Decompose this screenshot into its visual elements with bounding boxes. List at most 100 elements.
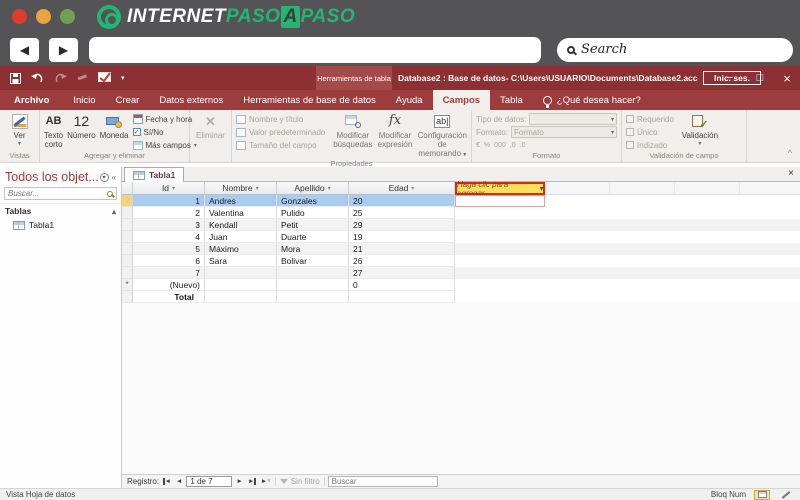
back-button[interactable]: ◀ [10, 37, 39, 62]
row-selector[interactable] [122, 291, 133, 303]
cell-id[interactable]: 6 [133, 255, 205, 267]
collapse-ribbon-icon[interactable]: ^ [788, 148, 792, 158]
cell-id[interactable]: 2 [133, 207, 205, 219]
numero-button[interactable]: 12 Número [67, 113, 95, 140]
minimize-window-button[interactable] [36, 9, 51, 24]
nombre-titulo-button[interactable]: Nombre y título [236, 113, 329, 125]
new-record-selector[interactable]: * [122, 279, 133, 291]
modificar-busquedas-button[interactable]: Modificar búsquedas [333, 113, 372, 149]
valor-predeterminado-button[interactable]: Valor predeterminado [236, 126, 329, 138]
cell-edad[interactable] [349, 291, 455, 303]
select-all-cell[interactable] [122, 182, 133, 195]
nav-search-input[interactable] [8, 189, 107, 198]
tipo-datos-dropdown[interactable]: ▾ [529, 113, 617, 125]
table-row-total[interactable]: Total [122, 291, 800, 303]
cell-apellido[interactable]: Mora [277, 243, 349, 255]
thousands-format-icon[interactable]: 000 [494, 142, 506, 149]
row-selector[interactable] [122, 207, 133, 219]
last-record-button[interactable]: ► [247, 478, 257, 485]
cell-edad[interactable]: 27 [349, 267, 455, 279]
new-record-button[interactable]: ► * [260, 477, 272, 486]
cell-apellido[interactable]: Gonzales [277, 195, 349, 207]
design-view-button[interactable] [778, 490, 794, 500]
save-icon[interactable] [10, 72, 21, 84]
nav-pane-search[interactable] [4, 187, 117, 200]
column-header-apellido[interactable]: Apellido ▾ [277, 182, 349, 195]
tamano-campo-row[interactable]: Tamaño del campo Tamaño del campo [236, 139, 329, 151]
cell-edad[interactable]: 20 [349, 195, 455, 207]
tell-me-box[interactable]: ¿Qué desea hacer? [533, 90, 651, 110]
decrease-decimals-icon[interactable]: .0 [520, 142, 526, 149]
tab-inicio[interactable]: Inicio [63, 90, 105, 110]
formato-dropdown[interactable]: Formato ▾ [511, 126, 617, 138]
si-no-button[interactable]: ✓ Sí/No [132, 126, 197, 138]
table-row[interactable]: 3 Kendall Petit 29 [122, 219, 800, 231]
close-button[interactable]: × [775, 66, 799, 90]
validacion-button[interactable]: ✓ Validación ▾ [678, 113, 722, 148]
table-row-new[interactable]: * (Nuevo) 0 [122, 279, 800, 291]
filter-status[interactable]: Sin filtro [274, 477, 325, 486]
cell-nombre[interactable] [205, 279, 277, 291]
percent-format-icon[interactable]: % [484, 142, 490, 149]
column-header-nombre[interactable]: Nombre ▾ [205, 182, 277, 195]
record-position[interactable]: 1 de 7 [186, 476, 233, 487]
row-selector[interactable] [122, 219, 133, 231]
forward-button[interactable]: ▶ [49, 37, 78, 62]
table-row[interactable]: 4 Juan Duarte 19 [122, 231, 800, 243]
ver-button[interactable]: Ver ▾ [4, 113, 35, 148]
unico-checkbox[interactable]: Único [626, 126, 674, 138]
table-row[interactable]: 1 Andres Gonzales 20 [122, 195, 800, 207]
cell-nombre[interactable]: Valentina [205, 207, 277, 219]
cell-nombre[interactable]: Máximo [205, 243, 277, 255]
next-record-button[interactable]: ► [235, 478, 243, 485]
tab-campos[interactable]: Campos [432, 90, 491, 110]
configuracion-memorando-button[interactable]: ab| Configuración de memorando ▾ [418, 113, 467, 159]
nav-group-tablas[interactable]: Tablas ▴ [0, 203, 121, 218]
tab-datos-externos[interactable]: Datos externos [149, 90, 233, 110]
cell-nombre[interactable]: Juan [205, 231, 277, 243]
texto-corto-button[interactable]: AB Texto corto [44, 113, 63, 149]
cell-apellido[interactable]: Petit [277, 219, 349, 231]
mas-campos-button[interactable]: Más campos ▾ [132, 139, 197, 151]
nav-item-tabla1[interactable]: Tabla1 [0, 218, 121, 232]
row-selector[interactable] [122, 267, 133, 279]
table-row[interactable]: 6 Sara Bolivar 26 [122, 255, 800, 267]
column-header-edad[interactable]: Edad ▾ [349, 182, 455, 195]
redo-icon[interactable] [54, 73, 67, 84]
cell-id[interactable]: 5 [133, 243, 205, 255]
table-row[interactable]: 2 Valentina Pulido 25 [122, 207, 800, 219]
cell-edad[interactable]: 0 [349, 279, 455, 291]
zoom-window-button[interactable] [60, 9, 75, 24]
cell-apellido[interactable]: Bolivar [277, 255, 349, 267]
tab-tabla[interactable]: Tabla [490, 90, 533, 110]
new-field-cell[interactable] [455, 195, 545, 207]
tab-ayuda[interactable]: Ayuda [386, 90, 433, 110]
column-header-id[interactable]: Id ▾ [133, 182, 205, 195]
undo-icon[interactable] [31, 73, 44, 84]
cell-apellido[interactable]: Pulido [277, 207, 349, 219]
cell-nombre[interactable]: Andres [205, 195, 277, 207]
cell-edad[interactable]: 21 [349, 243, 455, 255]
tab-archivo[interactable]: Archivo [0, 90, 63, 110]
collapse-group-icon[interactable]: ▴ [112, 207, 116, 216]
cell-edad[interactable]: 26 [349, 255, 455, 267]
shutter-bar-icon[interactable]: « [112, 173, 116, 182]
modificar-expresion-button[interactable]: fx Modificar expresión [376, 113, 413, 149]
row-selector[interactable] [122, 243, 133, 255]
datasheet-view-button[interactable] [754, 489, 770, 500]
close-document-icon[interactable]: × [788, 168, 794, 179]
row-selector[interactable] [122, 195, 133, 207]
customize-qat-icon[interactable]: ▾ [121, 74, 125, 82]
cell-nombre[interactable]: Kendall [205, 219, 277, 231]
table-row[interactable]: 7 27 [122, 267, 800, 279]
cell-nombre[interactable]: Sara [205, 255, 277, 267]
cell-apellido[interactable] [277, 291, 349, 303]
requerido-checkbox[interactable]: Requerido [626, 113, 674, 125]
cell-nombre[interactable] [205, 267, 277, 279]
search-box[interactable]: Search [557, 37, 793, 62]
cell-id[interactable]: 1 [133, 195, 205, 207]
eliminar-button[interactable]: ✕ Eliminar [194, 113, 227, 140]
cell-apellido[interactable]: Duarte [277, 231, 349, 243]
currency-format-icon[interactable]: € [476, 142, 480, 149]
cell-edad[interactable]: 19 [349, 231, 455, 243]
